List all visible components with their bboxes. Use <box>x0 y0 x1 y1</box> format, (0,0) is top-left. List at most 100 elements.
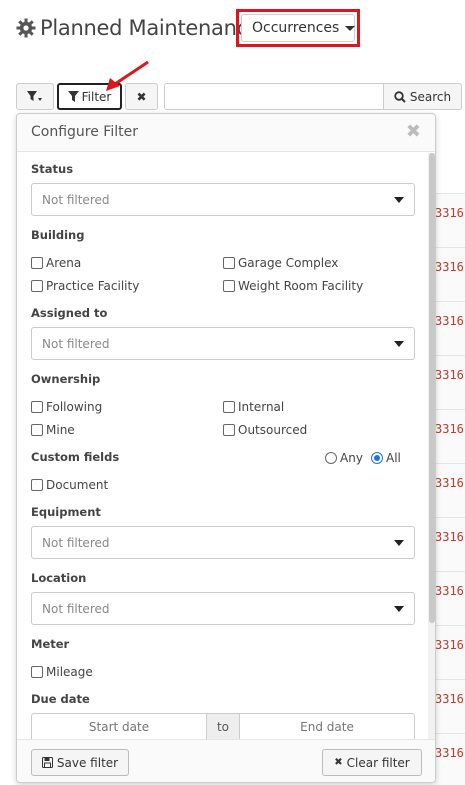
table-row[interactable]: 3316 <box>435 247 465 301</box>
location-select-value: Not filtered <box>42 601 110 616</box>
table-row[interactable]: 3316 <box>435 679 465 733</box>
clear-filter-label: Clear filter <box>346 755 410 770</box>
table-row-id[interactable]: 3316 <box>435 746 464 760</box>
checkbox-mine[interactable]: Mine <box>31 423 75 437</box>
configure-filter-panel: Configure Filter ✖ Status Not filtered B… <box>16 113 436 783</box>
table-row-id[interactable]: 3316 <box>435 476 464 490</box>
table-row[interactable]: 3316 <box>435 301 465 355</box>
caret-down-icon <box>394 197 404 203</box>
table-row[interactable]: 3316 <box>435 193 465 247</box>
gear-icon <box>16 18 36 38</box>
table-row-id[interactable]: 3316 <box>435 692 464 706</box>
table-row-id[interactable]: 3316 <box>435 368 464 382</box>
meter-label: Meter <box>31 637 70 651</box>
save-filter-button[interactable]: Save filter <box>31 749 129 776</box>
radio-label: All <box>386 451 401 465</box>
view-dropdown-label: Occurrences <box>252 20 340 36</box>
table-row[interactable]: 3316 <box>435 355 465 409</box>
radio-all[interactable]: All <box>371 451 401 465</box>
search-button[interactable]: Search <box>383 83 462 110</box>
checkbox-label: Internal <box>238 400 285 414</box>
table-row[interactable]: 3316 <box>435 463 465 517</box>
end-date-input[interactable] <box>239 713 415 739</box>
checkbox-label: Mileage <box>46 665 93 679</box>
checkbox-garage-complex[interactable]: Garage Complex <box>223 256 338 270</box>
table-row[interactable]: 3316 <box>435 409 465 463</box>
checkbox-box[interactable] <box>31 280 43 292</box>
search-input[interactable] <box>164 83 384 110</box>
caret-down-icon <box>345 25 356 31</box>
assigned-to-select-value: Not filtered <box>42 336 110 351</box>
table-row-id[interactable]: 3316 <box>435 260 464 274</box>
clear-filter-button[interactable]: ✖ Clear filter <box>322 749 422 776</box>
checkbox-box[interactable] <box>223 257 235 269</box>
table-row-id[interactable]: 3316 <box>435 314 464 328</box>
panel-footer: Save filter ✖ Clear filter <box>17 739 435 782</box>
checkbox-label: Arena <box>46 256 82 270</box>
panel-body: Status Not filtered Building Arena Garag… <box>17 153 427 739</box>
checkbox-box[interactable] <box>31 479 43 491</box>
table-row[interactable]: 3316 <box>435 571 465 625</box>
checkbox-box[interactable] <box>223 280 235 292</box>
checkbox-practice-facility[interactable]: Practice Facility <box>31 279 139 293</box>
location-select[interactable]: Not filtered <box>31 592 415 625</box>
checkbox-box[interactable] <box>223 401 235 413</box>
equipment-select[interactable]: Not filtered <box>31 526 415 559</box>
date-range-separator: to <box>207 713 239 739</box>
close-icon[interactable]: ✖ <box>406 121 421 142</box>
due-date-range: to <box>31 713 415 739</box>
search-button-label: Search <box>409 89 452 104</box>
panel-scrollbar[interactable] <box>428 153 435 739</box>
checkbox-arena[interactable]: Arena <box>31 256 81 270</box>
caret-down-icon <box>394 606 404 612</box>
checkbox-label: Mine <box>46 423 75 437</box>
page-title: Planned Maintenance <box>40 16 261 40</box>
table-row[interactable]: 3316 <box>435 733 465 785</box>
table-row-id[interactable]: 3316 <box>435 638 464 652</box>
assigned-to-select[interactable]: Not filtered <box>31 327 415 360</box>
checkbox-document[interactable]: Document <box>31 478 108 492</box>
table-row-id[interactable]: 3316 <box>435 584 464 598</box>
checkbox-mileage[interactable]: Mileage <box>31 665 93 679</box>
table-row-id[interactable]: 3316 <box>435 206 464 220</box>
view-dropdown-button[interactable]: Occurrences <box>241 14 356 42</box>
checkbox-box[interactable] <box>31 666 43 678</box>
table-row[interactable]: 3316 <box>435 517 465 571</box>
checkbox-box[interactable] <box>31 257 43 269</box>
save-filter-label: Save filter <box>56 755 119 770</box>
filter-presets-button[interactable] <box>16 83 54 110</box>
start-date-input[interactable] <box>31 713 207 739</box>
radio-any[interactable]: Any <box>325 451 363 465</box>
radio-label: Any <box>340 451 363 465</box>
checkbox-label: Outsourced <box>238 423 308 437</box>
location-label: Location <box>31 571 87 585</box>
checkbox-weight-room-facility[interactable]: Weight Room Facility <box>223 279 363 293</box>
checkbox-box[interactable] <box>31 424 43 436</box>
checkbox-outsourced[interactable]: Outsourced <box>223 423 307 437</box>
panel-title: Configure Filter <box>31 124 138 140</box>
checkbox-box[interactable] <box>31 401 43 413</box>
annotation-arrow-icon <box>106 60 149 91</box>
custom-fields-label: Custom fields <box>31 450 120 464</box>
checkbox-label: Practice Facility <box>46 279 140 293</box>
status-select[interactable]: Not filtered <box>31 183 415 216</box>
checkbox-following[interactable]: Following <box>31 400 102 414</box>
status-select-value: Not filtered <box>42 192 110 207</box>
checkbox-box[interactable] <box>223 424 235 436</box>
caret-down-icon <box>394 540 404 546</box>
table-row-id[interactable]: 3316 <box>435 422 464 436</box>
radio-button-selected[interactable] <box>371 452 383 464</box>
table-row[interactable]: 3316 <box>435 625 465 679</box>
funnel-dropdown-icon <box>27 90 42 101</box>
scrollbar-thumb[interactable] <box>429 153 435 623</box>
checkbox-label: Following <box>46 400 103 414</box>
page-header: Planned Maintenance Occurrences <box>0 0 465 60</box>
caret-down-icon <box>394 341 404 347</box>
checkbox-internal[interactable]: Internal <box>223 400 284 414</box>
radio-button[interactable] <box>325 452 337 464</box>
table-row-id[interactable]: 3316 <box>435 530 464 544</box>
panel-header: Configure Filter ✖ <box>17 114 435 152</box>
equipment-select-value: Not filtered <box>42 535 110 550</box>
status-label: Status <box>31 162 74 176</box>
equipment-label: Equipment <box>31 505 101 519</box>
